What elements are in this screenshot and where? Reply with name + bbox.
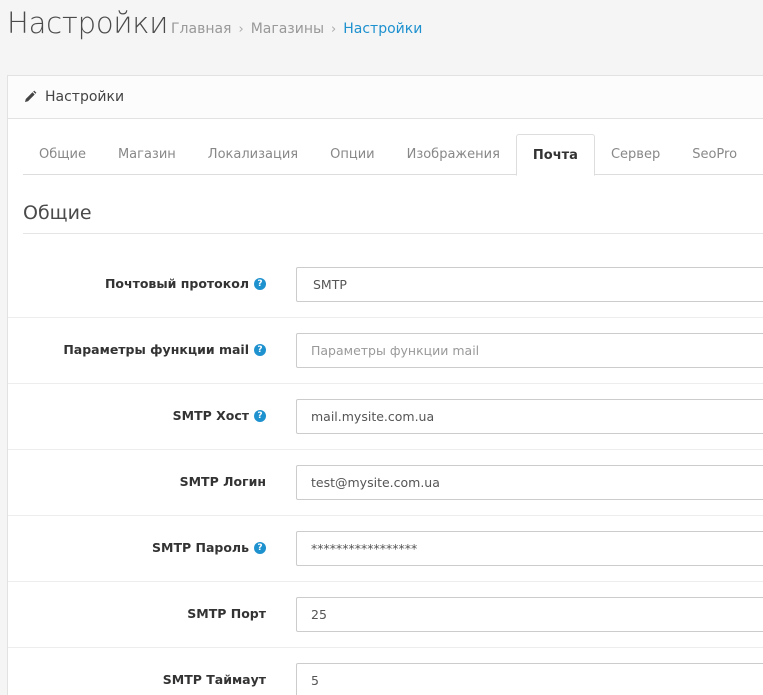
tab-general[interactable]: Общие [23,134,102,175]
panel-title: Настройки [45,89,125,105]
mail-params-label: Параметры функции mail ? [63,342,266,357]
mail-params-input[interactable] [296,333,763,368]
breadcrumb-stores[interactable]: Магазины [251,21,324,37]
breadcrumb-separator-icon: › [238,21,244,37]
mail-settings-form: Почтовый протокол ? SMTP Параметры функц… [8,252,763,695]
smtp-host-label: SMTP Хост ? [173,408,266,423]
form-row-smtp-host: SMTP Хост ? [8,384,763,450]
form-row-smtp-timeout: SMTP Таймаут [8,648,763,695]
pencil-icon [23,90,37,104]
tab-seopro[interactable]: SeoPro [676,134,753,175]
help-icon[interactable]: ? [254,277,266,290]
page-title: Настройки [7,6,169,40]
breadcrumb-settings[interactable]: Настройки [343,21,422,37]
settings-tabs: Общие Магазин Локализация Опции Изображе… [23,134,763,176]
help-icon[interactable]: ? [254,409,266,422]
breadcrumb: Главная › Магазины › Настройки [171,21,422,37]
smtp-login-label: SMTP Логин [179,474,266,489]
protocol-label: Почтовый протокол ? [105,276,266,291]
smtp-timeout-label: SMTP Таймаут [162,672,266,687]
smtp-port-input[interactable] [296,597,763,632]
tab-store[interactable]: Магазин [102,134,192,175]
section-legend: Общие [23,202,763,234]
protocol-select[interactable]: SMTP [296,267,763,302]
tab-localization[interactable]: Локализация [192,134,314,175]
smtp-timeout-input[interactable] [296,663,763,695]
settings-panel: Настройки Общие Магазин Локализация Опци… [7,75,763,695]
smtp-password-input[interactable] [296,531,763,566]
form-row-mail-params: Параметры функции mail ? [8,318,763,384]
form-row-smtp-port: SMTP Порт [8,582,763,648]
breadcrumb-separator-icon: › [331,21,337,37]
tab-images[interactable]: Изображения [391,134,516,175]
tab-options[interactable]: Опции [314,134,390,175]
smtp-host-input[interactable] [296,399,763,434]
smtp-login-input[interactable] [296,465,763,500]
smtp-password-label: SMTP Пароль ? [152,540,266,555]
smtp-port-label: SMTP Порт [187,606,266,621]
help-icon[interactable]: ? [254,343,266,356]
tab-server[interactable]: Сервер [595,134,676,175]
page-header: Настройки Главная › Магазины › Настройки [0,0,763,56]
panel-heading: Настройки [8,76,763,119]
form-row-smtp-login: SMTP Логин [8,450,763,516]
help-icon[interactable]: ? [254,541,266,554]
tab-mail[interactable]: Почта [515,134,595,176]
form-row-smtp-password: SMTP Пароль ? [8,516,763,582]
form-row-protocol: Почтовый протокол ? SMTP [8,252,763,318]
breadcrumb-home[interactable]: Главная [171,21,231,37]
